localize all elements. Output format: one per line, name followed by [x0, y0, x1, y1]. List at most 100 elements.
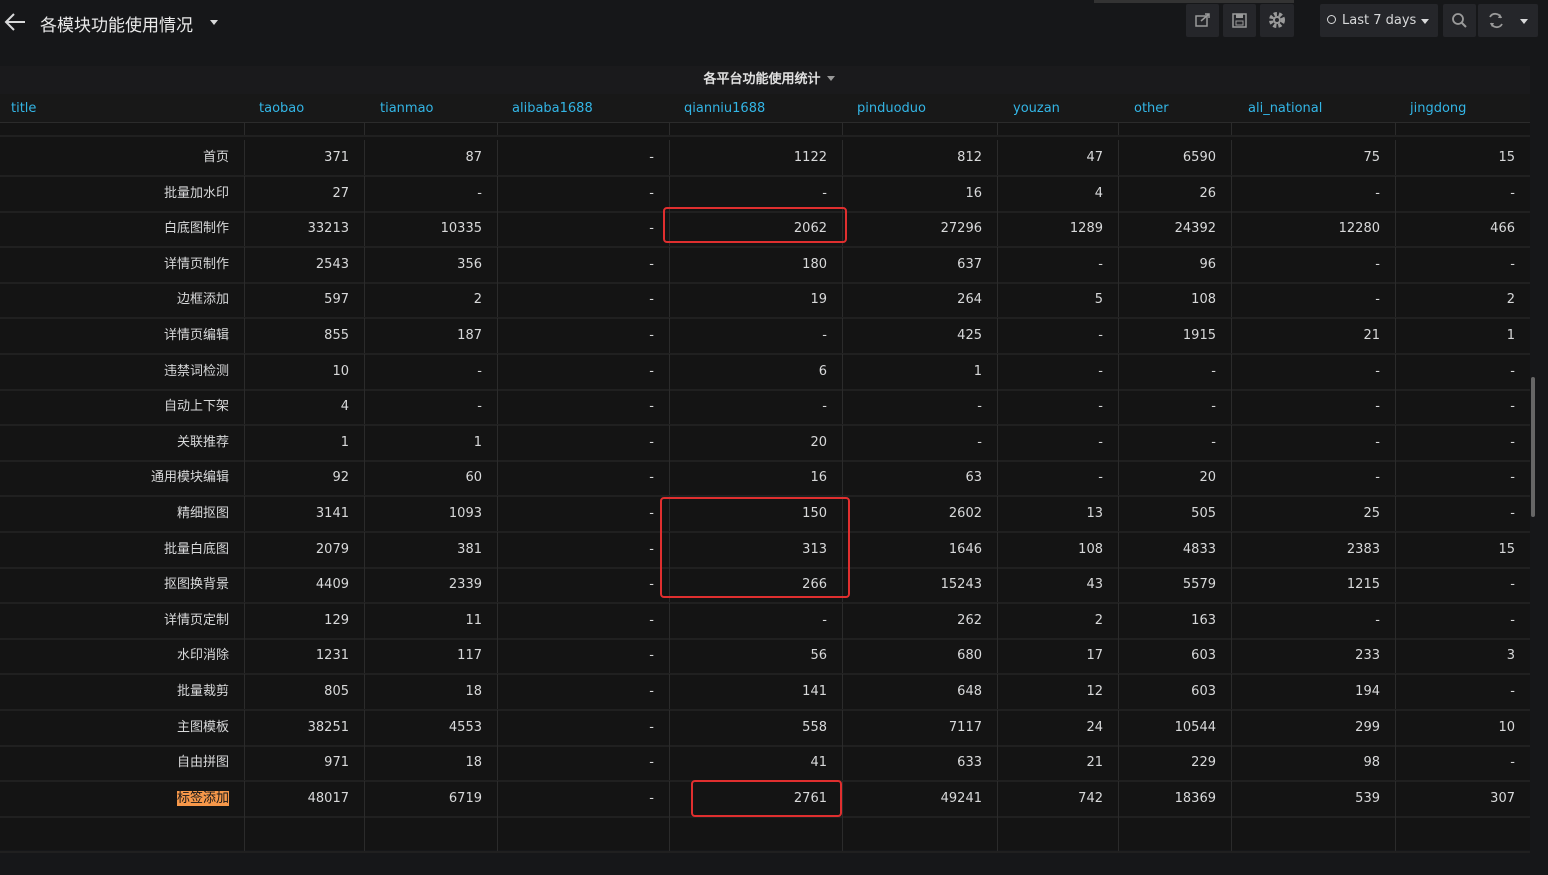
panel-title-bar[interactable]: 各平台功能使用统计 [0, 66, 1538, 94]
alibaba1688-value: - [497, 140, 669, 175]
refresh-button[interactable] [1478, 4, 1538, 37]
youzan-value: 108 [997, 531, 1118, 567]
jingdong-value: 15 [1395, 531, 1530, 567]
pinduoduo-value: 812 [842, 140, 997, 175]
tianmao-value: 18 [364, 745, 497, 781]
row-title: 违禁词检测 [163, 363, 229, 379]
jingdong-value: 1 [1395, 318, 1530, 353]
column-header-qianniu1688[interactable]: qianniu1688 [684, 101, 765, 116]
pinduoduo-value: 633 [842, 745, 997, 781]
taobao-value: 1231 [244, 638, 364, 674]
time-range-label: Last 7 days [1342, 13, 1417, 28]
back-arrow-icon[interactable] [4, 10, 26, 34]
share-button[interactable] [1186, 4, 1219, 37]
pinduoduo-value: 1 [842, 353, 997, 389]
other-value: 6590 [1118, 140, 1231, 175]
taobao-value: 129 [244, 602, 364, 638]
row-title: 详情页制作 [163, 256, 229, 272]
column-header-other[interactable]: other [1134, 101, 1169, 116]
save-button[interactable] [1223, 4, 1256, 37]
row-title: 详情页定制 [163, 612, 229, 628]
ali-national-value: 2383 [1231, 531, 1395, 567]
chevron-down-icon[interactable] [210, 20, 218, 25]
jingdong-value: - [1395, 496, 1530, 531]
qianniu1688-value: - [669, 602, 842, 638]
pinduoduo-value: 16 [842, 175, 997, 211]
alibaba1688-value: - [497, 318, 669, 353]
pinduoduo-value: 262 [842, 602, 997, 638]
empty-cell [1395, 816, 1530, 852]
qianniu1688-value: 19 [669, 282, 842, 318]
dashboard-title[interactable]: 各模块功能使用情况 [40, 11, 193, 36]
jingdong-value: 3 [1395, 638, 1530, 674]
alibaba1688-value: - [497, 175, 669, 211]
youzan-value: - [997, 424, 1118, 460]
pinduoduo-value: 49241 [842, 780, 997, 816]
ali-national-value: - [1231, 602, 1395, 638]
column-header-alibaba1688[interactable]: alibaba1688 [512, 101, 593, 116]
clock-icon [1327, 15, 1336, 24]
pinduoduo-value: 27296 [842, 211, 997, 247]
taobao-value: 4409 [244, 567, 364, 603]
settings-button[interactable] [1260, 4, 1294, 37]
taobao-value: 805 [244, 674, 364, 709]
row-title: 融合拼图 [0, 123, 244, 135]
qianniu1688-value: 180 [669, 246, 842, 282]
pinduoduo-value: 637 [842, 246, 997, 282]
youzan-value: 43 [997, 567, 1118, 603]
ali-national-value: - [1231, 246, 1395, 282]
tianmao-value: - [364, 175, 497, 211]
table-row: 水印消除 1231 117-56 680 17 603 233 3 [0, 638, 1530, 676]
pinduoduo-value: 2602 [842, 496, 997, 531]
chevron-down-icon[interactable] [826, 76, 835, 81]
column-header-pinduoduo[interactable]: pinduoduo [857, 101, 926, 116]
alibaba1688-value: - [497, 780, 669, 816]
pinduoduo-value: 648 [842, 674, 997, 709]
other-value: 229 [1118, 745, 1231, 781]
youzan-value: 47 [997, 140, 1118, 175]
alibaba1688-value: - [497, 424, 669, 460]
scrollbar-thumb[interactable] [1531, 377, 1535, 517]
other-value: 20 [1118, 460, 1231, 496]
table-row: 详情页编辑 855 187- -425-1915 21 1 [0, 318, 1530, 355]
column-header-tianmao[interactable]: tianmao [380, 101, 434, 116]
other-value: 603 [1118, 638, 1231, 674]
tianmao-value: 2339 [364, 567, 497, 603]
youzan-value: - [997, 318, 1118, 353]
column-header-title[interactable]: title [11, 101, 36, 116]
chevron-down-icon[interactable] [1520, 19, 1528, 24]
youzan-value: - [997, 353, 1118, 389]
alibaba1688-value: - [497, 496, 669, 531]
youzan-value: 1289 [997, 211, 1118, 247]
other-value: 163 [1118, 602, 1231, 638]
time-range-picker[interactable]: Last 7 days [1320, 4, 1438, 37]
column-header-ali-national[interactable]: ali_national [1248, 101, 1322, 116]
jingdong-value: 466 [1395, 211, 1530, 247]
column-header-youzan[interactable]: youzan [1013, 101, 1060, 116]
tianmao-value: 2 [364, 282, 497, 318]
alibaba1688-value: - [497, 282, 669, 318]
youzan-value: - [997, 246, 1118, 282]
taobao-value: 371 [244, 140, 364, 175]
chevron-down-icon [1421, 19, 1429, 24]
tianmao-value: 11 [364, 602, 497, 638]
tianmao-value: 87 [364, 140, 497, 175]
row-title: 白底图制作 [163, 221, 229, 237]
qianniu1688-value: - [669, 389, 842, 425]
tianmao-value: 356 [364, 246, 497, 282]
ali-national-value: 12280 [1231, 211, 1395, 247]
pinduoduo-value: - [842, 424, 997, 460]
column-header-jingdong[interactable]: jingdong [1410, 101, 1466, 116]
alibaba1688-value: - [497, 460, 669, 496]
jingdong-value: - [1395, 674, 1530, 709]
panel-title[interactable]: 各平台功能使用统计 [703, 72, 820, 87]
row-title: 首页 [202, 150, 229, 165]
pinduoduo-value: 7117 [842, 709, 997, 745]
other-value: - [1118, 389, 1231, 425]
table-row: 自由拼图 971 18-41 633 21 229 98- [0, 745, 1530, 783]
column-header-taobao[interactable]: taobao [259, 101, 304, 116]
save-icon [1232, 13, 1247, 28]
other-value: 108 [1118, 282, 1231, 318]
table-row: 批量裁剪 805 18-141 648 12 603 194- [0, 674, 1530, 711]
zoom-out-button[interactable] [1443, 4, 1476, 37]
